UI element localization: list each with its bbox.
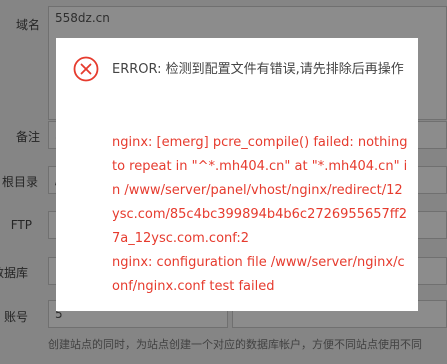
error-title: ERROR: 检测到配置文件有错误,请先排除后再操作 xyxy=(112,62,404,77)
error-dialog: ERROR: 检测到配置文件有错误,请先排除后再操作 nginx: [emerg… xyxy=(56,38,418,311)
error-line-config-test: nginx: configuration file /www/server/ng… xyxy=(112,255,405,294)
error-circle-x-icon xyxy=(73,56,99,82)
error-message: nginx: [emerg] pcre_compile() failed: no… xyxy=(112,131,410,299)
error-line-pcre: nginx: [emerg] pcre_compile() failed: no… xyxy=(112,135,408,246)
